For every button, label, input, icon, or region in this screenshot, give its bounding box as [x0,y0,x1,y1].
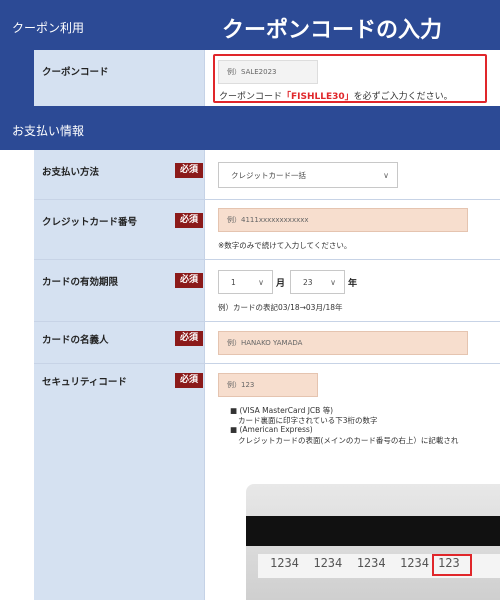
card-number-row: クレジットカード番号 必須 例）4111xxxxxxxxxxxx ※数字のみで続… [0,200,500,260]
card-security-digits: 123 [438,556,460,570]
coupon-code-row: クーポンコード 例）SALE2023 クーポンコード「FISHLLE30」を必ず… [0,50,500,106]
card-number-label: クレジットカード番号 [42,217,138,228]
payment-method-select[interactable]: クレジットカード一括 ∨ [218,162,398,188]
security-code-input[interactable]: 例）123 [218,373,318,397]
card-holder-label: カードの名義人 [42,335,109,346]
card-number-input[interactable]: 例）4111xxxxxxxxxxxx [218,208,468,232]
expiry-label: カードの有効期限 [42,277,119,288]
payment-method-row: お支払い方法 必須 クレジットカード一括 ∨ [0,150,500,200]
month-unit: 月 [276,279,286,289]
expiry-month-select[interactable]: 1 ∨ [218,270,273,294]
payment-section-title: お支払い情報 [12,124,85,138]
required-badge: 必須 [175,331,204,346]
chevron-down-icon: ∨ [258,277,264,287]
card-holder-input[interactable]: 例）HANAKO YAMADA [218,331,468,355]
coupon-section-title: クーポン利用 [12,21,85,35]
card-number-note: ※数字のみで続けて入力してください。 [218,241,352,250]
coupon-code-label: クーポンコード [42,67,109,78]
chevron-down-icon: ∨ [330,277,336,287]
chevron-down-icon: ∨ [383,170,389,180]
coupon-instruction: クーポンコード「FISHLLE30」を必ずご入力ください。 [219,92,453,102]
expiry-row: カードの有効期限 必須 1 ∨ 月 23 ∨ 年 例）カードの表記03/18→0… [0,260,500,322]
security-note-amex-detail: クレジットカードの表面(メインのカード番号の右上）に記載され [238,436,459,445]
required-badge: 必須 [175,163,204,178]
coupon-instruction-code: 「FISHLLE30」 [282,92,354,102]
payment-method-label: お支払い方法 [42,167,100,178]
required-badge: 必須 [175,273,204,288]
expiry-year-select[interactable]: 23 ∨ [290,270,345,294]
payment-section-header: お支払い情報 [0,106,500,150]
coupon-section-header: クーポン利用 クーポンコードの入力 [0,0,500,50]
security-note-amex: (American Express) [239,425,313,434]
coupon-code-input[interactable]: 例）SALE2023 [218,60,318,84]
required-badge: 必須 [175,213,204,228]
expiry-note: 例）カードの表記03/18→03月/18年 [218,303,343,312]
card-holder-row: カードの名義人 必須 例）HANAKO YAMADA [0,322,500,364]
required-badge: 必須 [175,373,204,388]
magnetic-stripe [246,516,500,546]
coupon-overlay-title: クーポンコードの入力 [222,18,443,43]
security-code-label: セキュリティコード [42,377,127,388]
card-number-digits: 1234 1234 1234 1234 [270,556,429,570]
security-note-visa: (VISA MasterCard JCB 等) [239,406,334,415]
card-back-illustration: 1234 1234 1234 1234 123 [246,484,500,600]
year-unit: 年 [348,279,358,289]
security-code-row: セキュリティコード 必須 例）123 ■ (VISA MasterCard JC… [0,364,500,600]
